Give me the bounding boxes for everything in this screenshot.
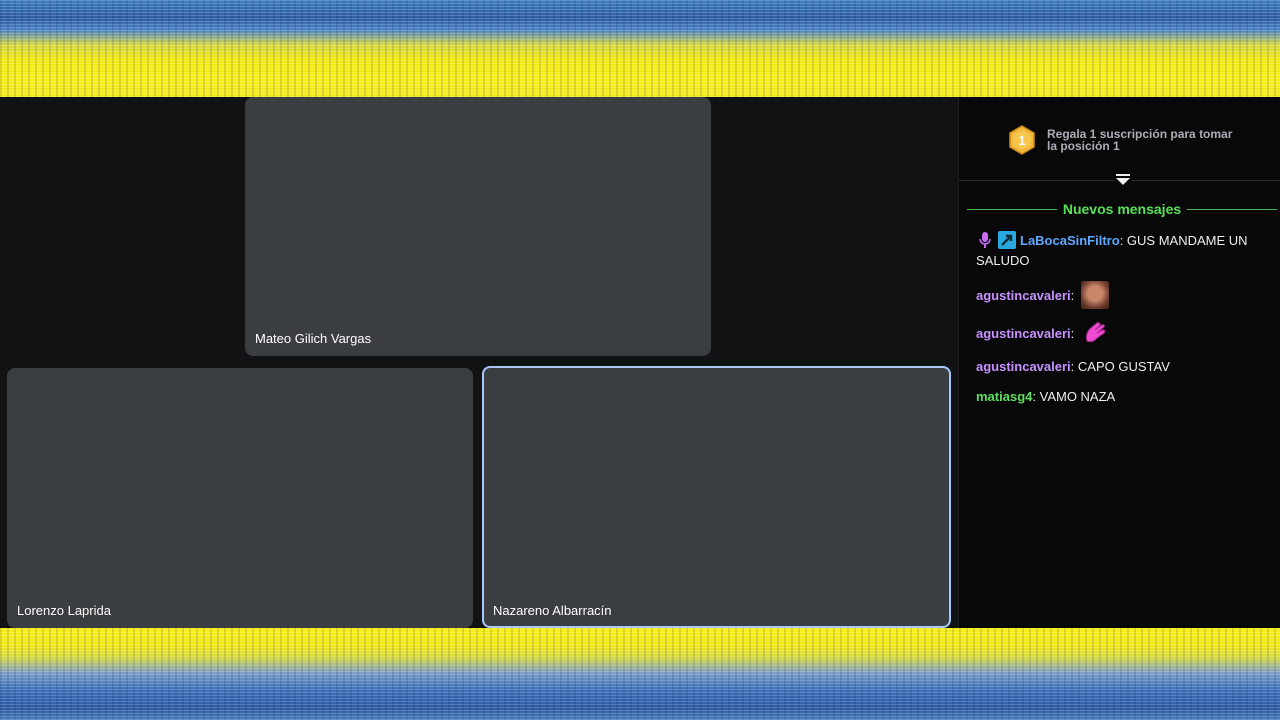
chat-message[interactable]: agustincavaleri: (976, 319, 1268, 347)
participant-tile[interactable]: Lorenzo Laprida (7, 368, 473, 628)
boost-badge-icon[interactable] (998, 231, 1016, 249)
chevron-filter-icon[interactable] (1114, 171, 1132, 189)
chat-separator: : (1119, 233, 1127, 248)
divider-line-left (967, 208, 1057, 210)
pink-hand-emote-icon[interactable] (1081, 319, 1109, 347)
gold-hexagon-rank-icon: 1 (1007, 125, 1037, 155)
participant-name: Mateo Gilich Vargas (255, 331, 372, 346)
chat-message[interactable]: matiasg4: VAMO NAZA (976, 387, 1268, 407)
chat-separator: : (1032, 389, 1040, 404)
svg-text:1: 1 (1018, 133, 1025, 148)
chat-username[interactable]: agustincavaleri (976, 326, 1071, 341)
chat-username[interactable]: agustincavaleri (976, 359, 1071, 374)
participant-tile[interactable]: Mateo Gilich Vargas (245, 97, 711, 356)
chat-text: VAMO NAZA (1039, 389, 1116, 404)
promo-text: Regala 1 suscripción para tomar la posic… (1047, 127, 1233, 153)
participant-name: Nazareno Albarracín (493, 603, 612, 618)
microphone-badge-icon[interactable] (976, 231, 994, 249)
face-emote-icon[interactable] (1080, 281, 1109, 309)
chat-text: CAPO GUSTAV (1077, 359, 1170, 374)
participant-name: Lorenzo Laprida (17, 603, 111, 618)
chat-username[interactable]: agustincavaleri (976, 288, 1071, 303)
chat-message[interactable]: LaBocaSinFiltro: GUS MANDAME UN SALUDO (976, 231, 1268, 271)
divider-line-right (1187, 208, 1278, 210)
chat-messages: LaBocaSinFiltro: GUS MANDAME UN SALUDO a… (976, 231, 1268, 417)
new-messages-label: Nuevos mensajes (1062, 201, 1182, 217)
participant-tile-active[interactable]: Nazareno Albarracín (482, 366, 951, 628)
top-banner (0, 0, 1280, 97)
gift-sub-promo[interactable]: 1 Regala 1 suscripción para tomar la pos… (1007, 123, 1243, 157)
chat-separator: : (1070, 288, 1078, 303)
chat-username[interactable]: LaBocaSinFiltro (1020, 233, 1120, 248)
video-grid: Mateo Gilich Vargas Lorenzo Laprida Naza… (0, 97, 958, 628)
new-messages-divider[interactable]: Nuevos mensajes (967, 200, 1278, 218)
bottom-banner (0, 628, 1280, 720)
chat-separator: : (1070, 326, 1078, 341)
chat-username[interactable]: matiasg4 (976, 389, 1032, 404)
chat-separator: : (1070, 359, 1078, 374)
chat-message[interactable]: agustincavaleri: CAPO GUSTAV (976, 357, 1268, 377)
chat-panel: 1 Regala 1 suscripción para tomar la pos… (958, 97, 1280, 628)
chat-message[interactable]: agustincavaleri: (976, 281, 1268, 309)
